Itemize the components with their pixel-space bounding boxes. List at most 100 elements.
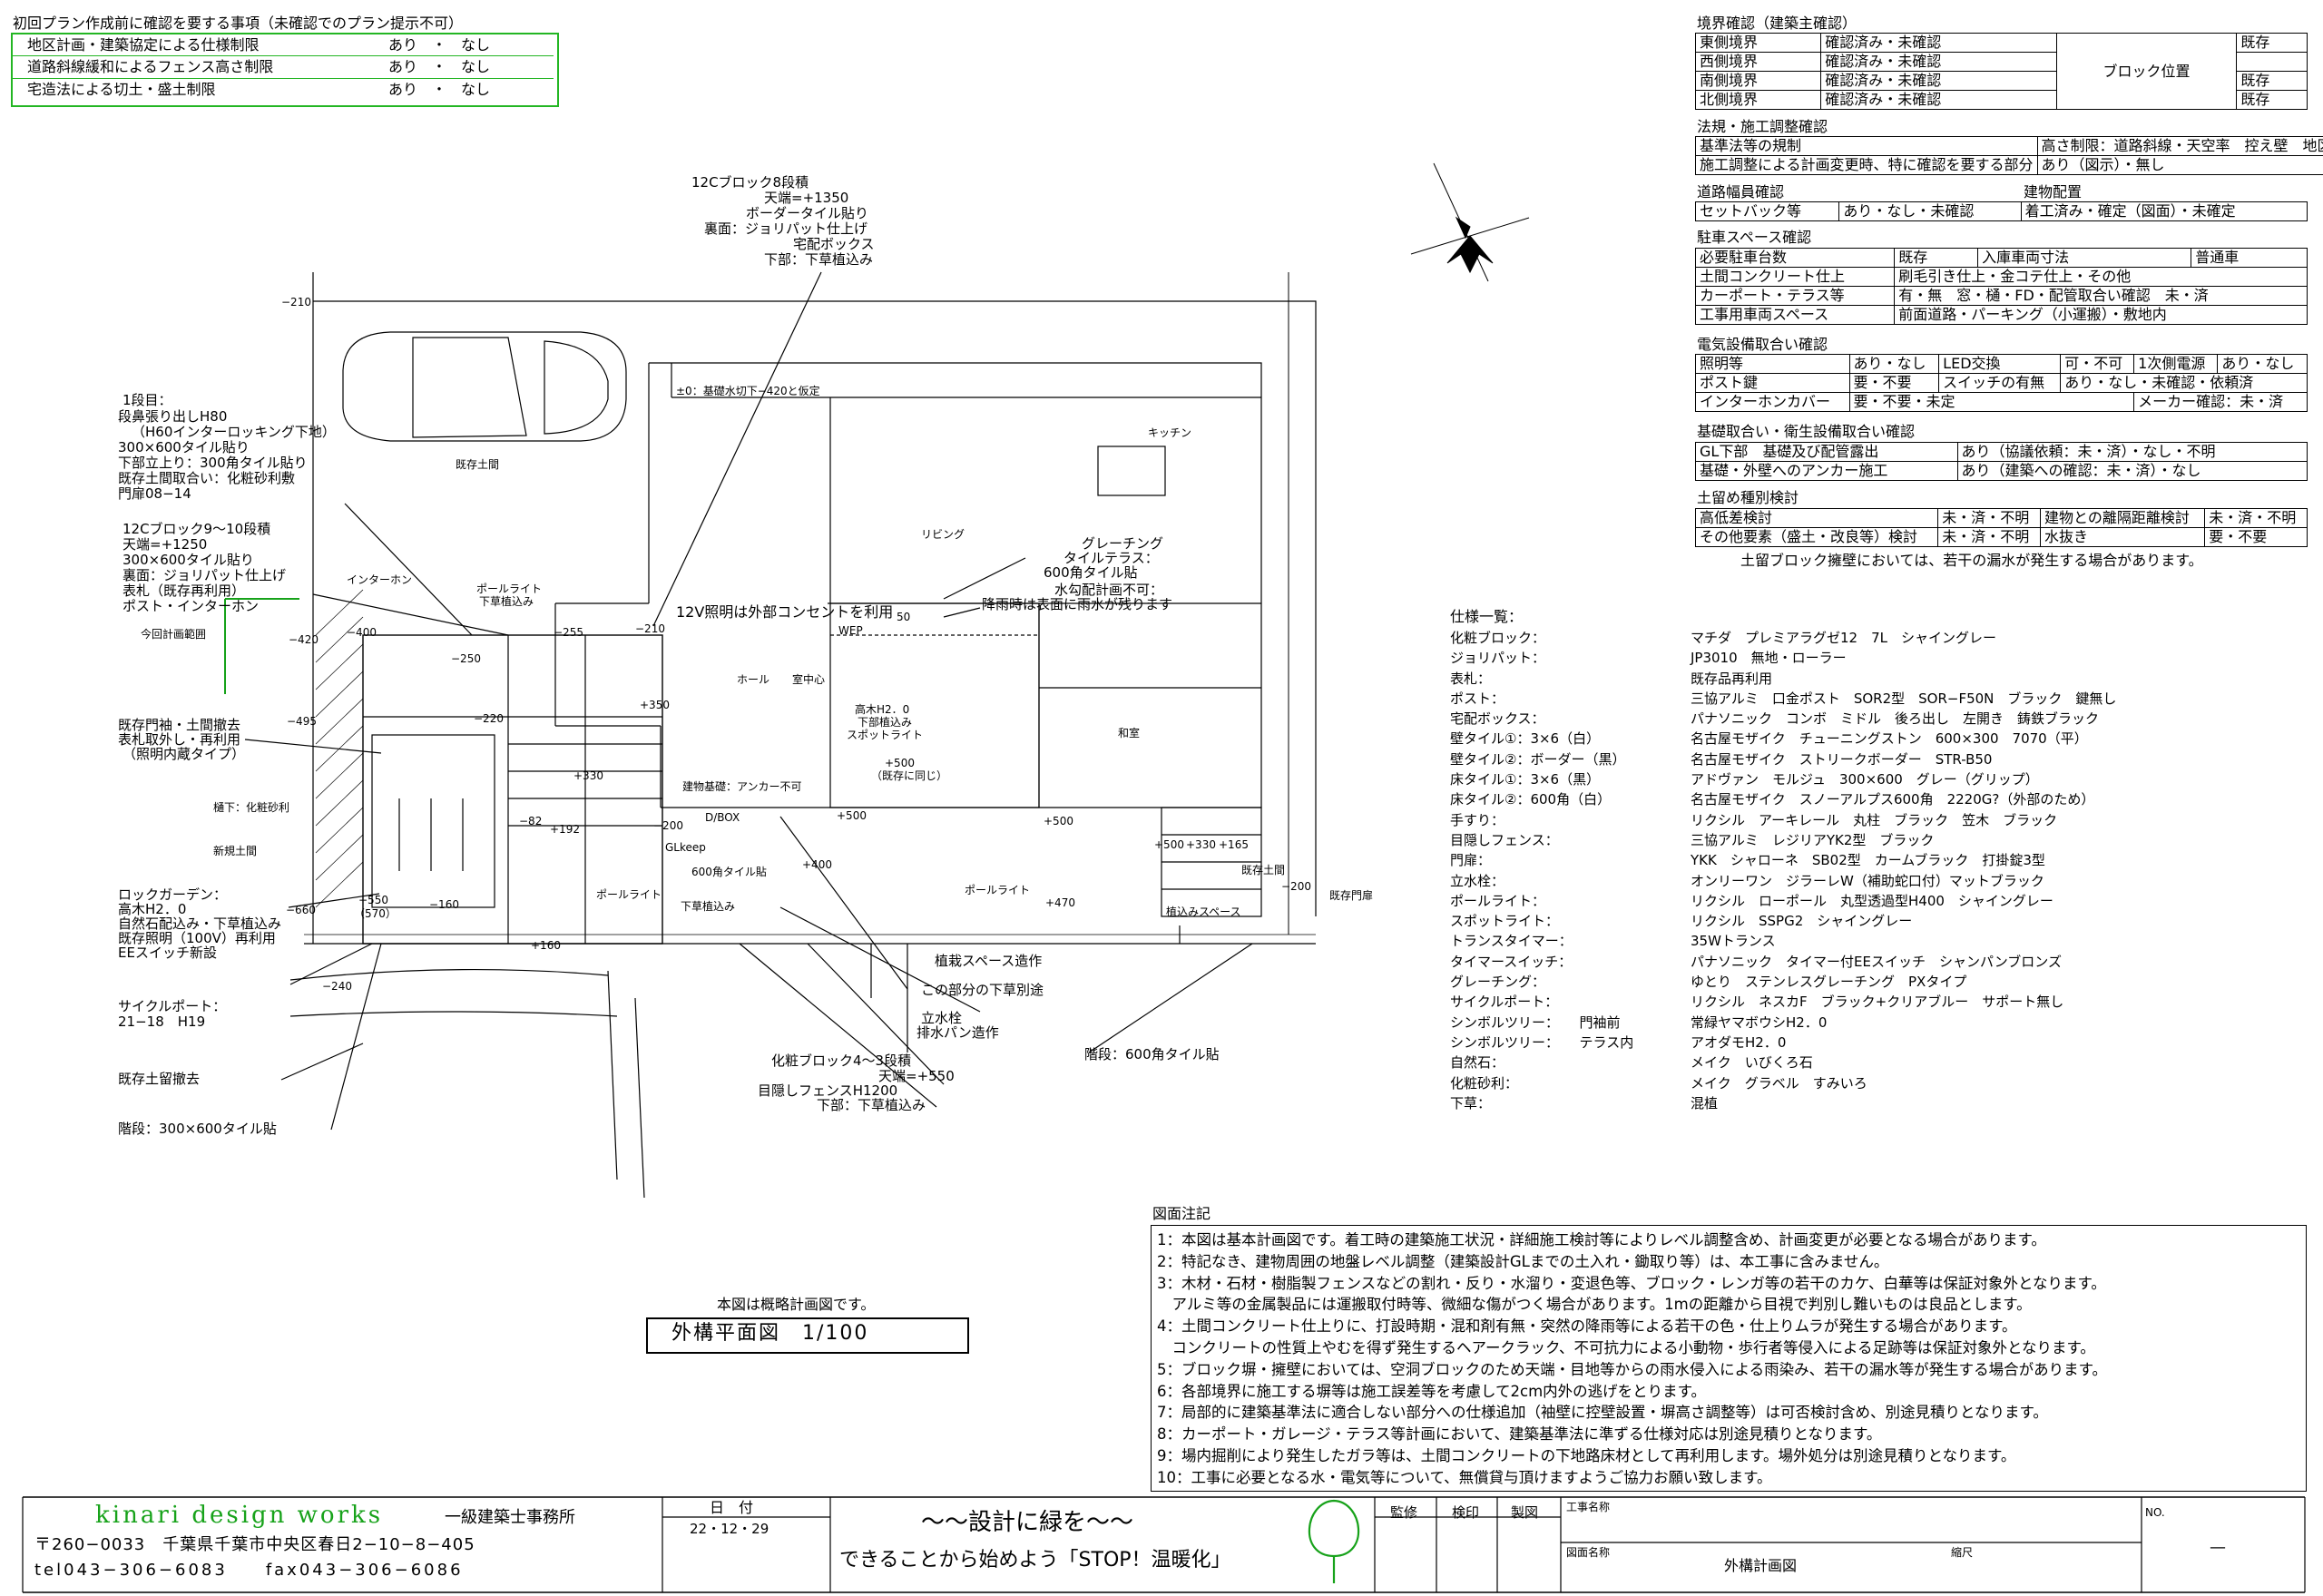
label-tenba1350: 天端=+1350 [764,190,849,206]
law-value: 高さ制限：道路斜線・天空率 控え壁 地区計画 宅造法 [2036,136,2323,156]
spec-value: 三協アルミ レジリアYK2型 ブラック [1691,831,1935,848]
company-name: kinari design works [95,1502,384,1529]
spec-value: アオダモH2．0 [1691,1033,1787,1051]
date-value: 22・12・29 [690,1521,769,1537]
retaining-cell: 高低差検討 [1694,508,1939,528]
foundation-cell: 基礎・外壁へのアンカー施工 [1695,461,1958,481]
retaining-footnote: 土留ブロック擁壁においては、若干の漏水が発生する場合があります。 [1740,552,2203,569]
company-sub: 一級建築士事務所 [445,1508,575,1527]
top-check-title: 初回プラン作成前に確認を要する事項（未確認でのプラン提示不可） [13,15,464,32]
spec-value: リクシル ネスカF ブラック+クリアブルー サポート無し [1691,994,2064,1011]
placement-title: 建物配置 [2024,183,2083,201]
spec-row: 目隠しフェンス： 三協アルミ レジリアYK2型 ブラック [1450,830,2267,850]
parking-cell: 有・無 窓・樋・FD・配管取合い確認 未・済 [1894,286,2308,306]
parking-cell: 入庫車両寸法 [1977,248,2192,268]
spec-key: 壁タイル②：ボーダー（黒） [1450,750,1626,768]
boundary-side: 東側境界 [1694,33,1822,53]
spec-row: サイクルポート： リクシル ネスカF ブラック+クリアブルー サポート無し [1450,992,2267,1012]
dim-label: +500 [837,809,867,822]
label-12v: 12V照明は外部コンセントを利用 [676,603,894,621]
dim-label: −82 [519,815,543,827]
specs-list: 化粧ブロック： マチダ プレミアラグゼ12 7L シャイングレー ジョリパット： J… [1450,628,2267,1113]
spec-key: ポールライト： [1450,892,1546,909]
law-value: あり（図示）・無し [2036,155,2323,175]
seizu-label: 製図 [1511,1504,1539,1521]
label-dan1c: 300×600タイル貼り [118,439,250,455]
overview-note: 本図は概略計画図です。 [717,1296,876,1313]
spec-value: 名古屋モザイク スノーアルプス600角 2220G?（外部のため） [1691,791,2095,808]
label-dan1a: 段鼻張り出しH80 [118,408,228,425]
note-line: 3：木材・石材・樹脂製フェンスなどの割れ・反り・水溜り・変退色等、ブロック・レン… [1157,1274,2106,1292]
boundary-side: 南側境界 [1694,71,1822,91]
electric-cell: あり・なし [2217,354,2308,374]
label-border-tile: ボーダータイル貼り [746,205,869,221]
spec-key: スポットライト： [1450,913,1560,930]
boundary-note: 既存 [2236,71,2308,91]
spec-value: 常緑ヤマボウシH2．0 [1691,1013,1828,1031]
foundation-title: 基礎取合い・衛生設備取合い確認 [1697,423,1916,440]
dim-label: −210 [281,296,311,308]
setback-label: セットバック等 [1694,201,1840,221]
spec-value: 既存品再利用 [1691,670,1773,687]
boundary-note [2236,52,2308,72]
spec-row: シンボルツリー： テラス内 アオダモH2．0 [1450,1033,2267,1053]
specs-title: 仕様一覧： [1450,608,1524,625]
spec-key: トランスタイマー： [1450,933,1573,950]
electric-cell: メーカー確認：未・済 [2133,392,2308,412]
law-label: 施工調整による計画変更時、特に確認を要する部分 [1695,155,2038,175]
spec-row: ポスト： 三協アルミ 口金ポスト SOR2型 SOR−F50N ブラック 鍵無し [1450,689,2267,709]
spec-value: リクシル ローポール 丸型透過型H400 シャイングレー [1691,892,2053,909]
label-kaidan300: 階段：300×600タイル貼 [118,1121,277,1137]
label-takagi2: 高木H2．0 [855,703,910,716]
spec-value: マチダ プレミアラグゼ12 7L シャイングレー [1691,630,1996,646]
dim-label: −495 [287,715,317,728]
parking-cell: カーポート・テラス等 [1694,286,1896,306]
label-tile600: 600角タイル貼 [1044,564,1138,581]
label-kaidan600: 階段：600角タイル貼 [1084,1046,1220,1062]
label-post: ポスト・インターホン [123,598,260,614]
spec-value: リクシル アーキレール 丸柱 ブラック 笠木 ブラック [1691,811,2058,828]
spec-value: JP3010 無地・ローラー [1691,650,1847,667]
dim-label: +165 [1219,838,1249,851]
label-uekomi: 植込みスペース [1166,906,1241,918]
label-kabu-ueko: 下草植込み [479,595,534,608]
spec-key: ポスト： [1450,690,1505,707]
boundary-status: 確認済み・未確認 [1820,90,2057,110]
spec-key: 壁タイル①：3×6（白） [1450,730,1601,748]
scale-label: 縮尺 [1951,1546,1974,1559]
label-cycle2: 21−18 H19 [118,1013,206,1030]
kenin-label: 検印 [1452,1504,1480,1521]
block-position: ブロック位置 [2055,33,2238,110]
note-line: 6：各部境界に施工する塀等は施工誤差等を考慮して2cm内外の逃げをとります。 [1157,1382,1706,1400]
top-check-value-3: あり ・ なし [388,81,491,98]
dim-label: +400 [802,858,832,871]
spec-key: 自然石： [1450,1054,1505,1072]
boundary-note: 既存 [2236,33,2308,53]
top-check-divider [13,78,554,79]
label-block910: 12Cブロック9〜10段積 [123,521,271,537]
electric-cell: ポスト鍵 [1695,373,1850,393]
label-hall: ホール [737,673,770,686]
retaining-title: 土留め種別検討 [1697,489,1799,506]
boundary-status: 確認済み・未確認 [1820,33,2057,53]
top-check-label-3: 宅造法による切土・盛土制限 [27,81,216,98]
no-label: NO. [2145,1506,2165,1519]
parking-cell: 刷毛引き仕上・金コテ仕上・その他 [1894,267,2308,287]
electric-cell: スイッチの有無 [1938,373,2062,393]
slogan-main: 〜〜設計に緑を〜〜 [921,1509,1134,1536]
parking-title: 駐車スペース確認 [1697,229,1812,246]
parking-cell: 必要駐車台数 [1694,248,1896,268]
boundary-note: 既存 [2236,90,2308,110]
retaining-cell: その他要素（盛土・改良等）検討 [1694,527,1939,547]
company-address: 〒260−0033 千葉県千葉市中央区春日2−10−8−405 [34,1535,475,1554]
spec-value: オンリーワン ジラーレW（補助蛇口付）マットブラック [1691,872,2044,889]
spec-value: 三協アルミ 口金ポスト SOR2型 SOR−F50N ブラック 鍵無し [1691,690,2117,707]
label-shitsuchu: 室中心 [792,673,826,686]
dim-label: −420 [289,633,319,646]
spec-key: 床タイル②：600角（白） [1450,791,1612,808]
spec-value: 名古屋モザイク ストリークボーダー STR-B50 [1691,750,1993,768]
spec-key: ジョリパット： [1450,650,1546,667]
dim-label: −660 [286,904,316,916]
note-line: 9：場内掘削により発生したガラ等は、土間コンクリートの下地路床材として再利用しま… [1157,1446,2016,1464]
koji-label: 工事名称 [1566,1501,1611,1513]
